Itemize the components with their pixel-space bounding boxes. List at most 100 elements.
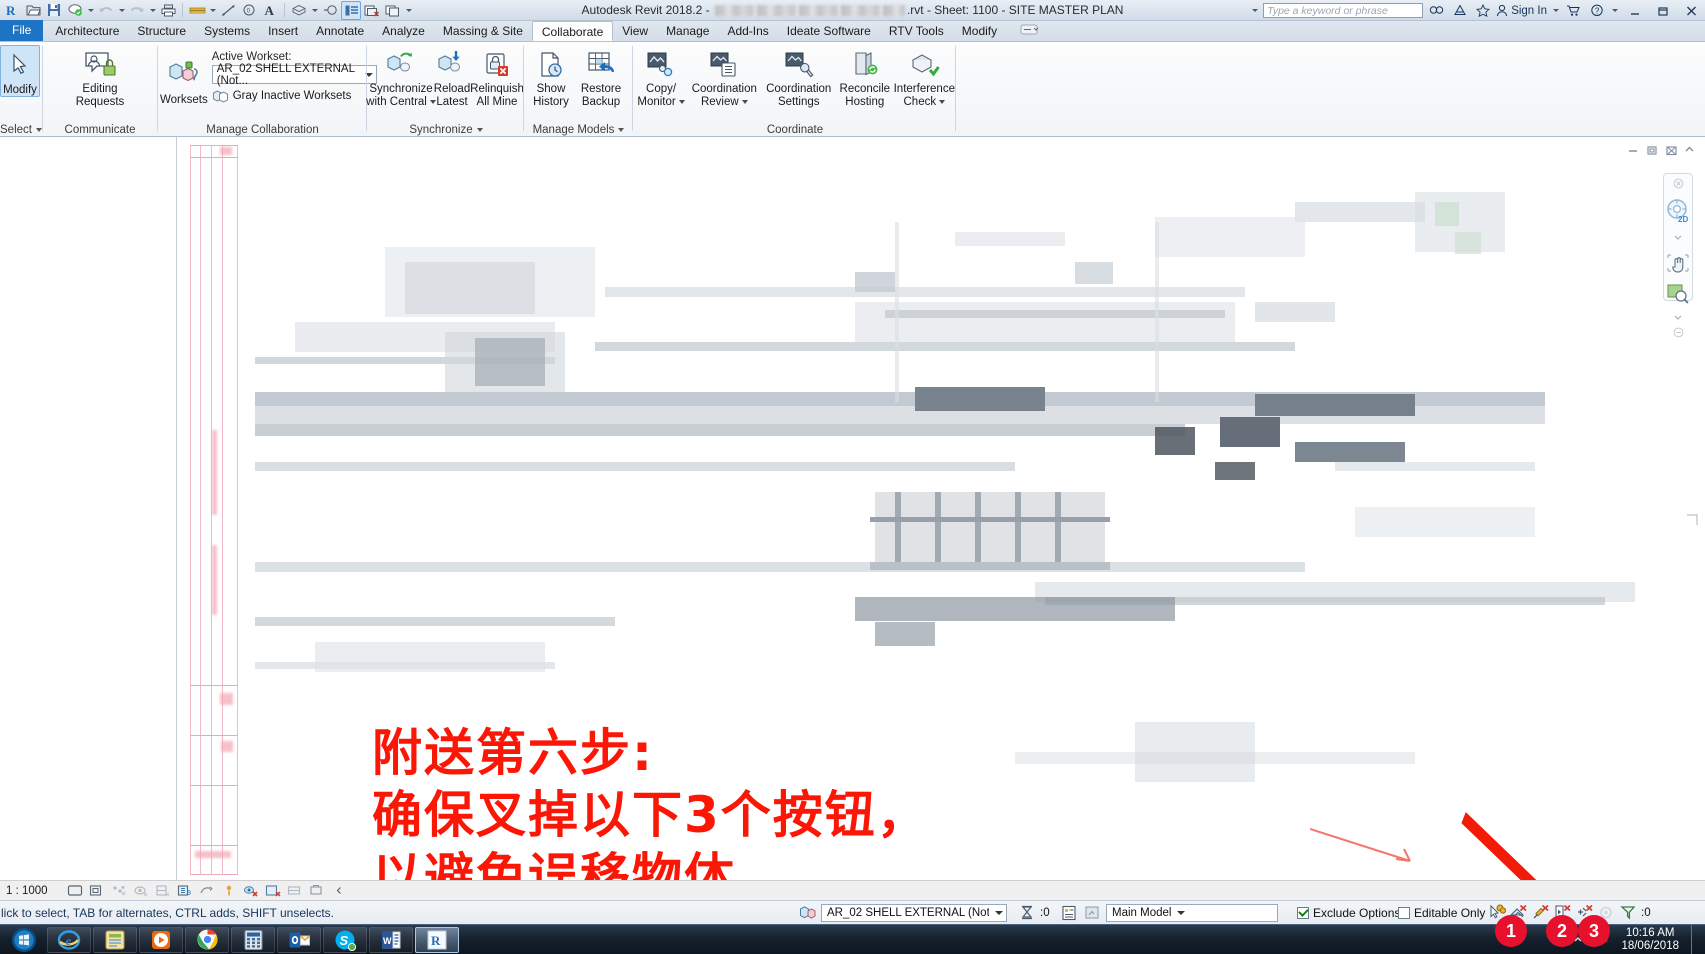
outlook-icon[interactable] [277, 926, 321, 953]
close-panel-icon[interactable] [1665, 145, 1678, 159]
tab-view[interactable]: View [613, 21, 657, 41]
design-options-icon[interactable] [1060, 904, 1079, 922]
save-icon[interactable] [44, 1, 64, 20]
undo-icon[interactable] [96, 1, 116, 20]
crop-region-handle[interactable] [1685, 513, 1699, 530]
navigation-bar[interactable]: 2D [1663, 173, 1693, 338]
navbar-close-icon[interactable] [1673, 178, 1684, 192]
windows-media-player-icon[interactable] [139, 926, 183, 953]
select-pinned-elements-icon[interactable] [1531, 904, 1550, 922]
restore-panel-icon[interactable] [1646, 145, 1659, 159]
unhide-icon[interactable] [243, 883, 260, 899]
tab-architecture[interactable]: Architecture [46, 21, 128, 41]
switch-windows-dropdown-caret-icon[interactable] [404, 1, 413, 20]
modify-button[interactable]: Modify [0, 45, 40, 97]
ribbon-options-caret-icon[interactable] [1006, 21, 1051, 41]
hidden-icon[interactable] [309, 883, 326, 899]
tab-analyze[interactable]: Analyze [373, 21, 434, 41]
revit-icon[interactable]: R [415, 926, 459, 953]
exclude-options-checkbox[interactable]: Exclude Options [1297, 906, 1400, 920]
taskbar-clock[interactable]: 10:16 AM 18/06/2018 [1615, 927, 1685, 953]
skype-icon[interactable]: S [323, 926, 367, 953]
editable-only-checkbox-box[interactable] [1398, 906, 1410, 919]
show-crop-region-icon[interactable] [89, 883, 106, 899]
status-design-option-caret-icon[interactable] [1177, 910, 1186, 915]
cart-icon[interactable] [1564, 1, 1583, 20]
filter-icon[interactable] [1619, 904, 1638, 922]
status-workset-combobox[interactable]: AR_02 SHELL EXTERNAL (Not Edita [821, 903, 1007, 922]
temporary-view-properties-icon[interactable]: 9 [177, 883, 194, 899]
worksets-button[interactable]: Worksets [160, 45, 208, 106]
minimize-panel-icon[interactable] [1627, 145, 1640, 159]
search-input[interactable]: Type a keyword or phrase [1263, 3, 1424, 18]
print-icon[interactable] [158, 1, 178, 20]
minimize-button[interactable] [1623, 1, 1647, 20]
google-chrome-icon[interactable] [185, 926, 229, 953]
editable-only-checkbox[interactable]: Editable Only [1398, 906, 1485, 920]
editing-requests-button[interactable]: Editing Requests [64, 45, 136, 108]
tab-systems[interactable]: Systems [195, 21, 259, 41]
worksets-icon[interactable] [798, 904, 817, 922]
3d-view-dropdown-caret-icon[interactable] [310, 1, 319, 20]
view-scale-label[interactable]: 1 : 1000 [6, 885, 48, 897]
close-hidden-windows-icon[interactable] [362, 1, 382, 20]
tab-modify[interactable]: Modify [953, 21, 1006, 41]
favorites-star-icon[interactable] [1473, 1, 1492, 20]
measure-icon[interactable] [187, 1, 207, 20]
redo-icon[interactable] [127, 1, 147, 20]
active-workset-combobox[interactable]: AR_02 SHELL EXTERNAL (Not... [211, 63, 377, 87]
tab-add-ins[interactable]: Add-Ins [718, 21, 777, 41]
show-constraints-icon[interactable] [265, 883, 282, 899]
save-as-dropdown-caret-icon[interactable] [86, 1, 95, 20]
tab-annotate[interactable]: Annotate [307, 21, 373, 41]
reconcile-hosting-button[interactable]: Reconcile Hosting [836, 45, 894, 108]
relinquish-all-mine-button[interactable]: Relinquish All Mine [470, 45, 524, 108]
tag-icon[interactable]: 0 [239, 1, 259, 20]
word-icon[interactable]: W [369, 926, 413, 953]
analytical-model-icon[interactable] [155, 883, 172, 899]
reload-latest-button[interactable]: Reload Latest [432, 45, 472, 108]
tab-collaborate[interactable]: Collaborate [531, 21, 614, 41]
infocenter-expand-caret-icon[interactable] [1250, 1, 1259, 20]
tab-structure[interactable]: Structure [128, 21, 195, 41]
coordination-settings-button[interactable]: Coordination Settings [762, 45, 836, 108]
open-icon[interactable] [23, 1, 43, 20]
status-workset-caret-icon[interactable] [995, 910, 1003, 915]
tab-file[interactable]: File [0, 20, 44, 41]
status-design-option-combobox[interactable]: Main Model [1106, 903, 1278, 922]
tab-insert[interactable]: Insert [259, 21, 307, 41]
copy-monitor-button[interactable]: Copy/ Monitor [635, 45, 687, 108]
sign-in-button[interactable]: Sign In [1496, 4, 1547, 17]
synchronize-with-central-button[interactable]: Synchronize with Central [366, 45, 436, 108]
editable-elements-icon[interactable] [1017, 904, 1036, 922]
coordination-review-button[interactable]: Coordination Review [687, 45, 761, 108]
zoom-dropdown-caret-icon[interactable] [1672, 310, 1684, 324]
aligned-dimension-icon[interactable] [218, 1, 238, 20]
tab-manage[interactable]: Manage [657, 21, 718, 41]
gray-inactive-worksets-toggle[interactable]: Gray Inactive Worksets [212, 89, 377, 103]
search-help-icon[interactable] [1427, 1, 1446, 20]
calculator-icon[interactable] [231, 926, 275, 953]
restore-button[interactable] [1651, 1, 1675, 20]
switch-windows-icon[interactable] [383, 1, 403, 20]
sign-in-dropdown-caret-icon[interactable] [1551, 1, 1560, 20]
main-model-icon[interactable] [1083, 904, 1102, 922]
tab-massing-and-site[interactable]: Massing & Site [434, 21, 532, 41]
notepad-icon[interactable] [93, 926, 137, 953]
save-as-cloud-icon[interactable] [65, 1, 85, 20]
tab-rtv-tools[interactable]: RTV Tools [880, 21, 953, 41]
interference-check-button[interactable]: Interference Check [894, 45, 955, 108]
crop-view-icon[interactable] [67, 883, 84, 899]
help-dropdown-caret-icon[interactable] [1610, 1, 1619, 20]
zoom-region-icon[interactable] [1666, 282, 1690, 307]
autodesk-app-icon[interactable] [1450, 1, 1469, 20]
hide-analytical-icon[interactable] [199, 883, 216, 899]
steering-wheel-dropdown-caret-icon[interactable] [1672, 230, 1684, 244]
show-history-button[interactable]: Show History [526, 45, 576, 108]
default-3d-view-icon[interactable] [289, 1, 309, 20]
section-icon[interactable] [320, 1, 340, 20]
show-desktop-button[interactable] [1691, 925, 1701, 954]
undo-dropdown-caret-icon[interactable] [117, 1, 126, 20]
measure-dropdown-caret-icon[interactable] [208, 1, 217, 20]
worksharing-display-icon[interactable] [221, 883, 238, 899]
